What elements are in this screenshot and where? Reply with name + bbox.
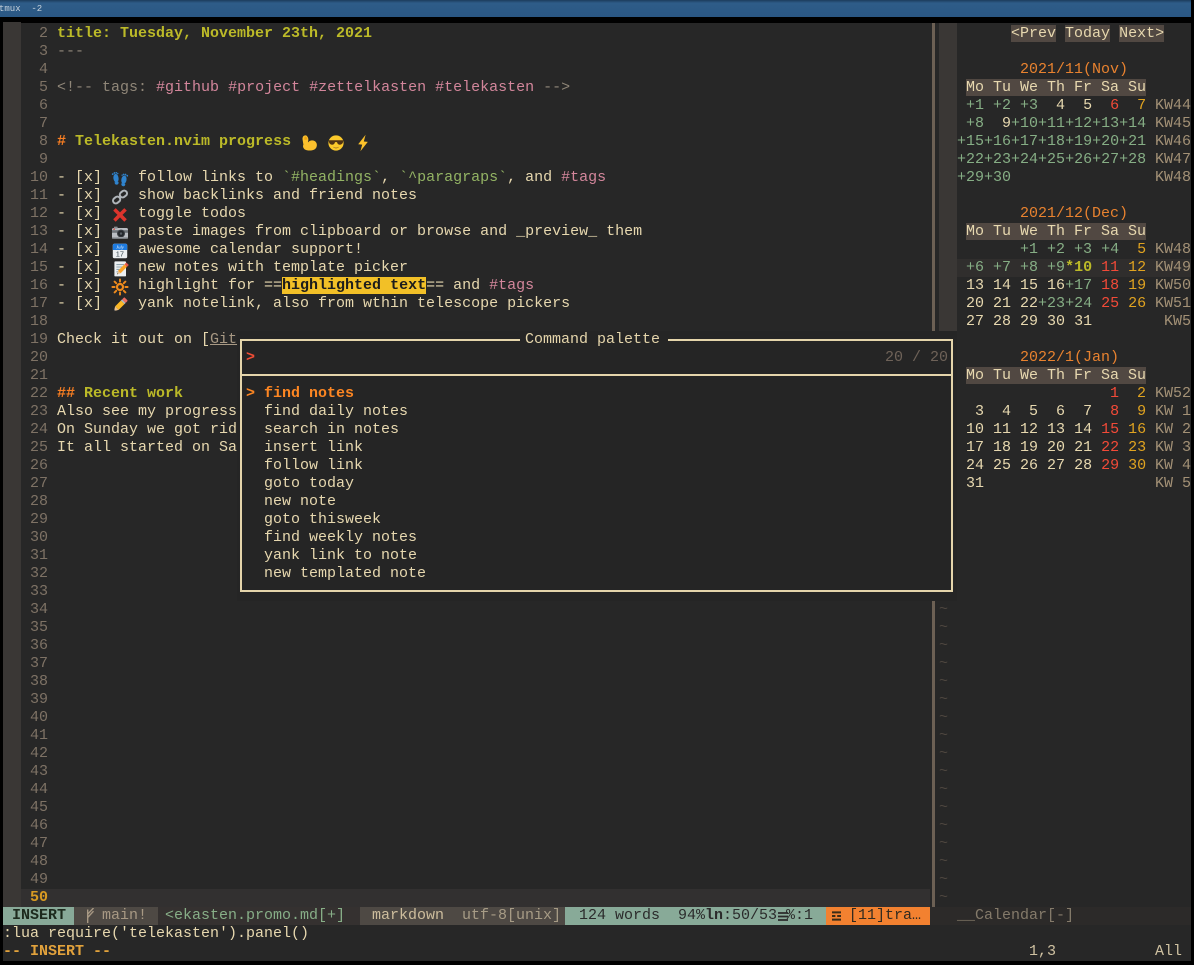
svg-text:17: 17	[116, 249, 124, 258]
